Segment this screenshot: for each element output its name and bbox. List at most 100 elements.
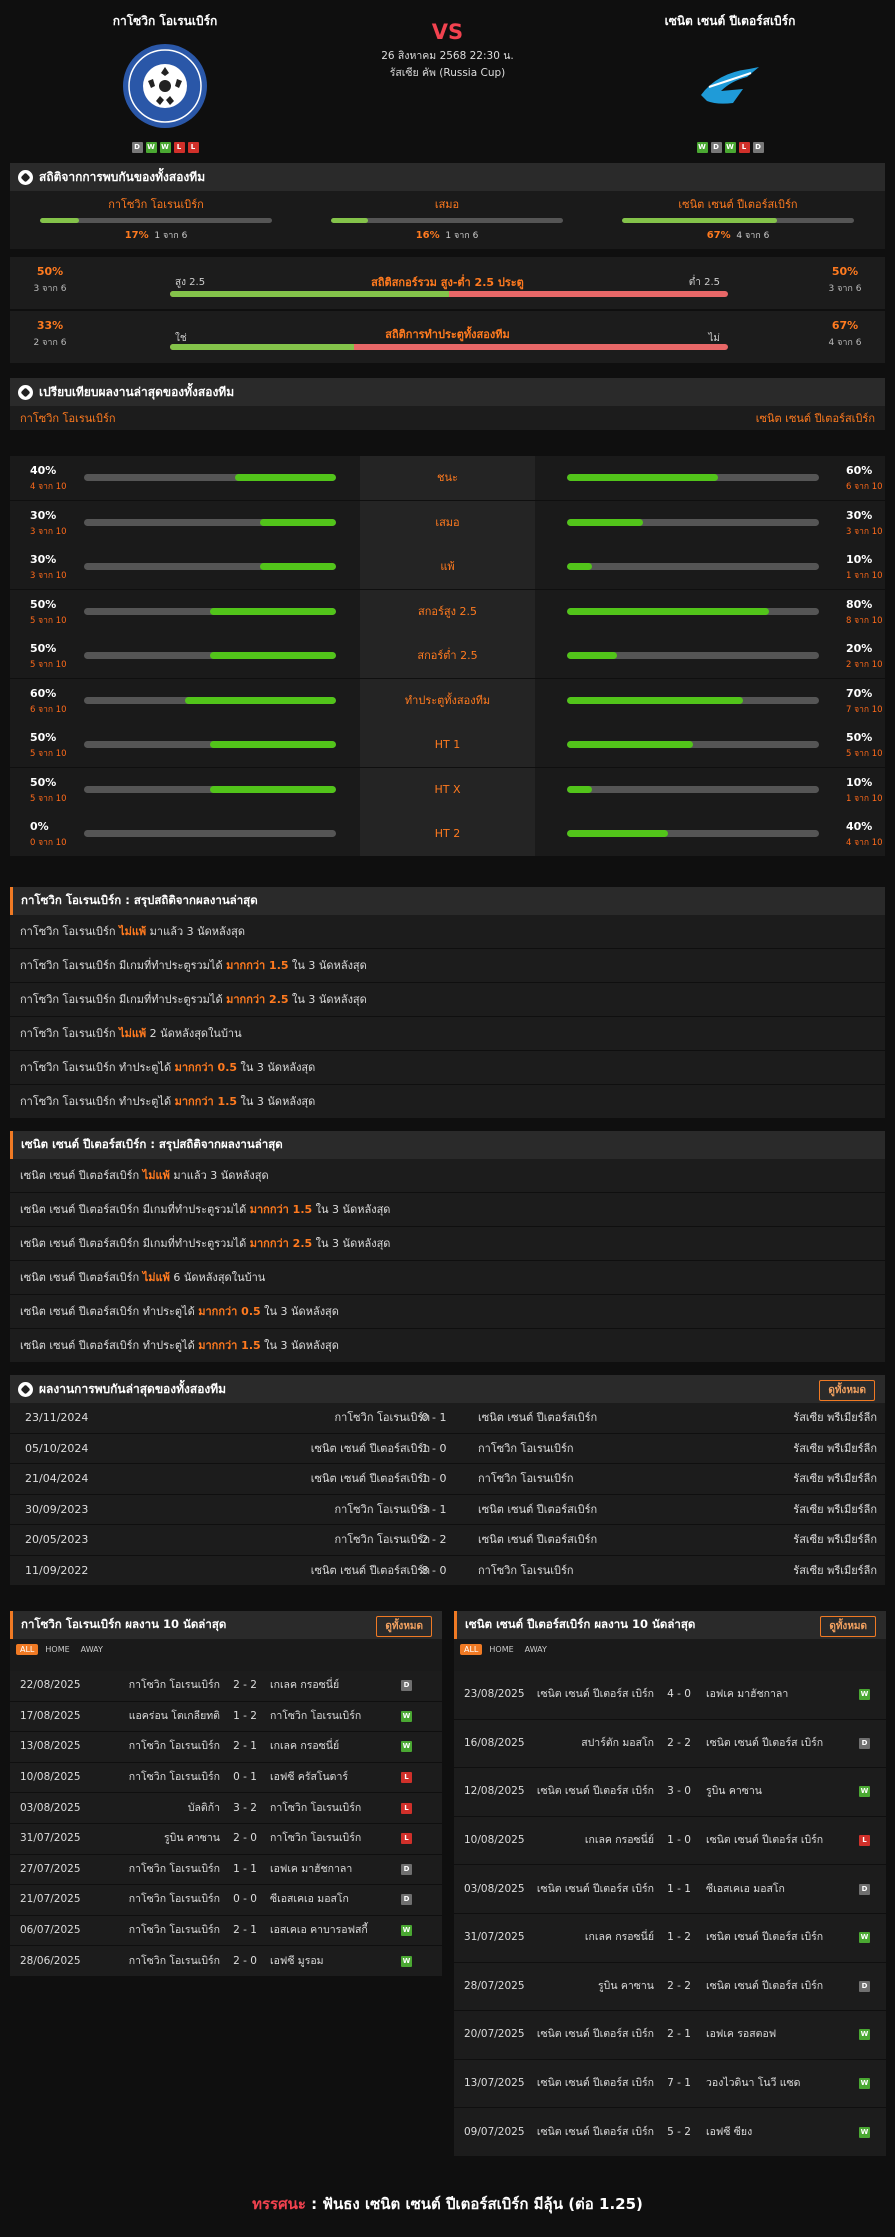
ou-right-pct: 50% xyxy=(831,265,859,278)
away-form: WDWLD xyxy=(620,142,840,153)
h2h-row[interactable]: 30/09/2023 กาโซวิก โอเรนเบิร์ก 3 - 1 เซนิต … xyxy=(10,1494,885,1525)
last10-result-badge: W xyxy=(401,1925,412,1937)
last10-row[interactable]: 13/07/2025 เซนิต เซนต์ ปีเตอร์ส เบิร์ก 7 -… xyxy=(454,2059,886,2109)
last10-row[interactable]: 17/08/2025 แอคร่อน โตเกลียทติ 1 - 2 กาโซวิก… xyxy=(10,1701,442,1733)
home-tab-all[interactable]: ALL xyxy=(16,1643,39,1655)
away-summary-list: เซนิต เซนต์ ปีเตอร์สเบิร์ก ไม่แพ้ มาแล้ว… xyxy=(10,1159,885,1363)
compare-home-fill xyxy=(210,652,336,659)
last10-away-team: กาโซวิก โอเรนเบิร์ก xyxy=(270,1832,362,1845)
home-summary-title: กาโซวิก โอเรนเบิร์ก : สรุปสถิติจากผลงานล… xyxy=(21,893,258,907)
last10-row[interactable]: 06/07/2025 กาโซวิก โอเรนเบิร์ก 2 - 1 เอสเคเ… xyxy=(10,1915,442,1947)
compare-row: 50% 5 จาก 10 HT X 10% 1 จาก 10 xyxy=(10,767,885,812)
h2h-row[interactable]: 05/10/2024 เซนิต เซนต์ ปีเตอร์สเบิร์ก 1 - … xyxy=(10,1433,885,1464)
last10-row[interactable]: 16/08/2025 สปาร์ตัก มอสโก 2 - 2 เซนิต เซนต์… xyxy=(454,1719,886,1769)
summary-highlight: มากกว่า 2.5 xyxy=(249,1237,313,1250)
away-summary-header: เซนิต เซนต์ ปีเตอร์สเบิร์ก : สรุปสถิติจา… xyxy=(10,1131,885,1159)
compare-away-fill xyxy=(567,607,769,615)
compare-away-pct: 40% xyxy=(846,820,873,833)
h2h-home-fill xyxy=(40,218,80,223)
compare-row: 50% 5 จาก 10 สกอร์ต่ำ 2.5 20% 2 จาก 10 xyxy=(10,634,885,679)
compare-away-sub: 7 จาก 10 xyxy=(846,704,883,715)
compare-home-pct: 50% xyxy=(30,642,57,655)
last10-home-team: เซนิต เซนต์ ปีเตอร์ส เบิร์ก xyxy=(536,2028,654,2041)
compare-away-fill xyxy=(567,652,618,659)
summary-text-end: ใน 3 นัดหลังสุด xyxy=(237,1095,316,1108)
summary-text: เซนิต เซนต์ ปีเตอร์สเบิร์ก ทำประตูได้ xyxy=(20,1305,199,1318)
summary-text: เซนิต เซนต์ ปีเตอร์สเบิร์ก มีเกมที่ทำประ… xyxy=(20,1237,250,1250)
compare-home-pct: 30% xyxy=(30,508,57,522)
last10-home-team: เกเลค กรอซนี่ย์ xyxy=(584,1931,654,1944)
compare-row: 30% 3 จาก 10 แพ้ 10% 1 จาก 10 xyxy=(10,545,885,590)
compare-home-sub: 5 จาก 10 xyxy=(30,793,67,804)
compare-home-bar xyxy=(84,518,336,526)
home-tab-home[interactable]: HOME xyxy=(41,1644,73,1655)
form-badge: W xyxy=(159,142,171,153)
last10-away-team: เอฟซี ซียง xyxy=(706,2125,753,2138)
compare-home-bar xyxy=(84,696,336,704)
away-tab-away[interactable]: AWAY xyxy=(521,1644,551,1655)
last10-result-badge: D xyxy=(859,1883,870,1895)
last10-date: 21/07/2025 xyxy=(20,1893,81,1906)
h2h-draw-label: เสมอ xyxy=(434,198,460,211)
last10-row[interactable]: 27/07/2025 กาโซวิก โอเรนเบิร์ก 1 - 1 เอฟเค … xyxy=(10,1854,442,1886)
h2h-row[interactable]: 21/04/2024 เซนิต เซนต์ ปีเตอร์สเบิร์ก 1 - … xyxy=(10,1464,885,1495)
last10-row[interactable]: 28/06/2025 กาโซวิก โอเรนเบิร์ก 2 - 0 เอฟซี … xyxy=(10,1946,442,1977)
h2h-row[interactable]: 20/05/2023 กาโซวิก โอเรนเบิร์ก 2 - 2 เซนิต … xyxy=(10,1525,885,1556)
last10-score: 1 - 2 xyxy=(667,1931,691,1944)
last10-result-badge: L xyxy=(401,1833,412,1845)
last10-row[interactable]: 09/07/2025 เซนิต เซนต์ ปีเตอร์ส เบิร์ก 5 -… xyxy=(454,2108,886,2157)
h2h-view-all-button[interactable]: ดูทั้งหมด xyxy=(819,1380,875,1401)
last10-result-badge: D xyxy=(859,1737,870,1749)
last10-home-team: กาโซวิก โอเรนเบิร์ก xyxy=(128,1679,220,1692)
last10-away-team: วองไวดินา โนวี แซด xyxy=(706,2076,801,2089)
h2h-row[interactable]: 23/11/2024 กาโซวิก โอเรนเบิร์ก 0 - 1 เซนิต … xyxy=(10,1403,885,1434)
compare-away-sub: 1 จาก 10 xyxy=(846,571,883,581)
last10-row[interactable]: 10/08/2025 เกเลค กรอซนี่ย์ 1 - 0 เซนิต เซนต… xyxy=(454,1816,886,1866)
last10-score: 0 - 1 xyxy=(233,1770,257,1783)
last10-row[interactable]: 03/08/2025 บัลติก้า 3 - 2 กาโซวิก โอเรนเบิร… xyxy=(10,1793,442,1824)
last10-row[interactable]: 22/08/2025 กาโซวิก โอเรนเบิร์ก 2 - 2 เกเลค … xyxy=(10,1671,442,1702)
last10-home-team: แอคร่อน โตเกลียทติ xyxy=(128,1709,220,1722)
last10-row[interactable]: 28/07/2025 รูบิน คาซาน 2 - 2 เซนิต เซนต์ ปี… xyxy=(454,1962,886,2012)
summary-highlight: มากกว่า 0.5 xyxy=(174,1061,238,1074)
last10-row[interactable]: 10/08/2025 กาโซวิก โอเรนเบิร์ก 0 - 1 เอฟซี … xyxy=(10,1762,442,1794)
last10-score: 2 - 1 xyxy=(667,2028,691,2041)
last10-row[interactable]: 03/08/2025 เซนิต เซนต์ ปีเตอร์ส เบิร์ก 1 -… xyxy=(454,1865,886,1914)
compare-away-fill xyxy=(567,696,744,704)
compare-home-pct: 50% xyxy=(30,775,57,789)
away-team[interactable]: เซนิต เซนต์ ปีเตอร์สเบิร์ก WDWLD xyxy=(620,12,840,153)
last10-away-team: กาโซวิก โอเรนเบิร์ก xyxy=(270,1801,362,1814)
summary-text-end: ใน 3 นัดหลังสุด xyxy=(260,1339,339,1352)
prediction: ทรรศนะ : ฟันธง เซนิต เซนต์ ปีเตอร์สเบิร์… xyxy=(0,2192,895,2216)
home-last10-tabs: ALL HOME AWAY xyxy=(10,1639,442,1659)
h2h-home-pct: 17% xyxy=(124,230,149,241)
compare-away-sub: 6 จาก 10 xyxy=(846,482,883,492)
h2h-row[interactable]: 11/09/2022 เซนิต เซนต์ ปีเตอร์สเบิร์ก 8 - … xyxy=(10,1555,885,1586)
last10-row[interactable]: 20/07/2025 เซนิต เซนต์ ปีเตอร์ส เบิร์ก 2 -… xyxy=(454,2011,886,2060)
compare-away-bar xyxy=(567,518,819,526)
last10-row[interactable]: 13/08/2025 กาโซวิก โอเรนเบิร์ก 2 - 1 เกเลค … xyxy=(10,1732,442,1763)
away-tab-all[interactable]: ALL xyxy=(460,1643,483,1655)
h2h-away-team: กาโซวิก โอเรนเบิร์ก xyxy=(478,1472,574,1485)
compare-away-cell: 10% 1 จาก 10 xyxy=(535,767,885,812)
compare-header: เปรียบเทียบผลงานล่าสุดของทั้งสองทีม xyxy=(10,378,885,406)
compare-away-sub: 2 จาก 10 xyxy=(846,660,883,670)
compare-away-bar xyxy=(567,563,819,570)
compare-label: เสมอ xyxy=(360,500,535,545)
home-last10-view-all-button[interactable]: ดูทั้งหมด xyxy=(376,1616,432,1637)
last10-row[interactable]: 31/07/2025 รูบิน คาซาน 2 - 0 กาโซวิก โอเรนเ… xyxy=(10,1823,442,1855)
away-tab-home[interactable]: HOME xyxy=(485,1644,517,1655)
compare-home-fill xyxy=(210,607,336,615)
compare-home-cell: 50% 5 จาก 10 xyxy=(10,634,360,678)
home-tab-away[interactable]: AWAY xyxy=(77,1644,107,1655)
away-last10-view-all-button[interactable]: ดูทั้งหมด xyxy=(820,1616,876,1637)
summary-row: เซนิต เซนต์ ปีเตอร์สเบิร์ก ทำประตูได้ มา… xyxy=(10,1329,885,1363)
last10-away-team: เอฟซี ครัสโนดาร์ xyxy=(270,1770,349,1783)
last10-row[interactable]: 12/08/2025 เซนิต เซนต์ ปีเตอร์ส เบิร์ก 3 -… xyxy=(454,1768,886,1817)
last10-row[interactable]: 21/07/2025 กาโซวิก โอเรนเบิร์ก 0 - 0 ซีเอสเ… xyxy=(10,1885,442,1916)
last10-score: 1 - 0 xyxy=(667,1833,691,1846)
last10-result-badge: L xyxy=(859,1835,870,1847)
last10-row[interactable]: 31/07/2025 เกเลค กรอซนี่ย์ 1 - 2 เซนิต เซนต… xyxy=(454,1913,886,1963)
h2h-score: 1 - 0 xyxy=(421,1472,447,1485)
last10-row[interactable]: 23/08/2025 เซนิต เซนต์ ปีเตอร์ส เบิร์ก 4 -… xyxy=(454,1671,886,1720)
